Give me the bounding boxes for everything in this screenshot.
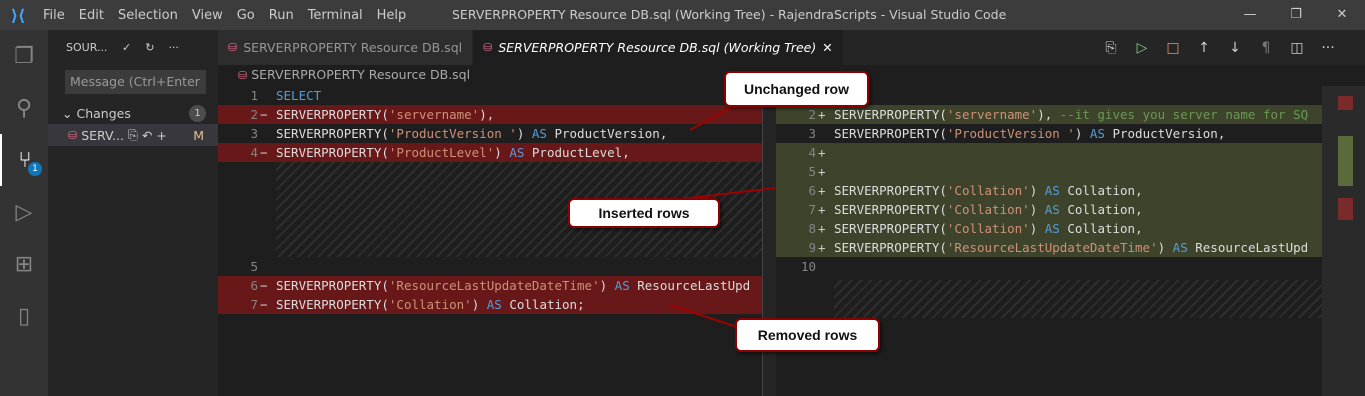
callout-inserted-rows: Inserted rows bbox=[568, 198, 720, 228]
callout-removed-rows: Removed rows bbox=[735, 318, 880, 352]
callout-unchanged-row: Unchanged row bbox=[724, 71, 869, 107]
